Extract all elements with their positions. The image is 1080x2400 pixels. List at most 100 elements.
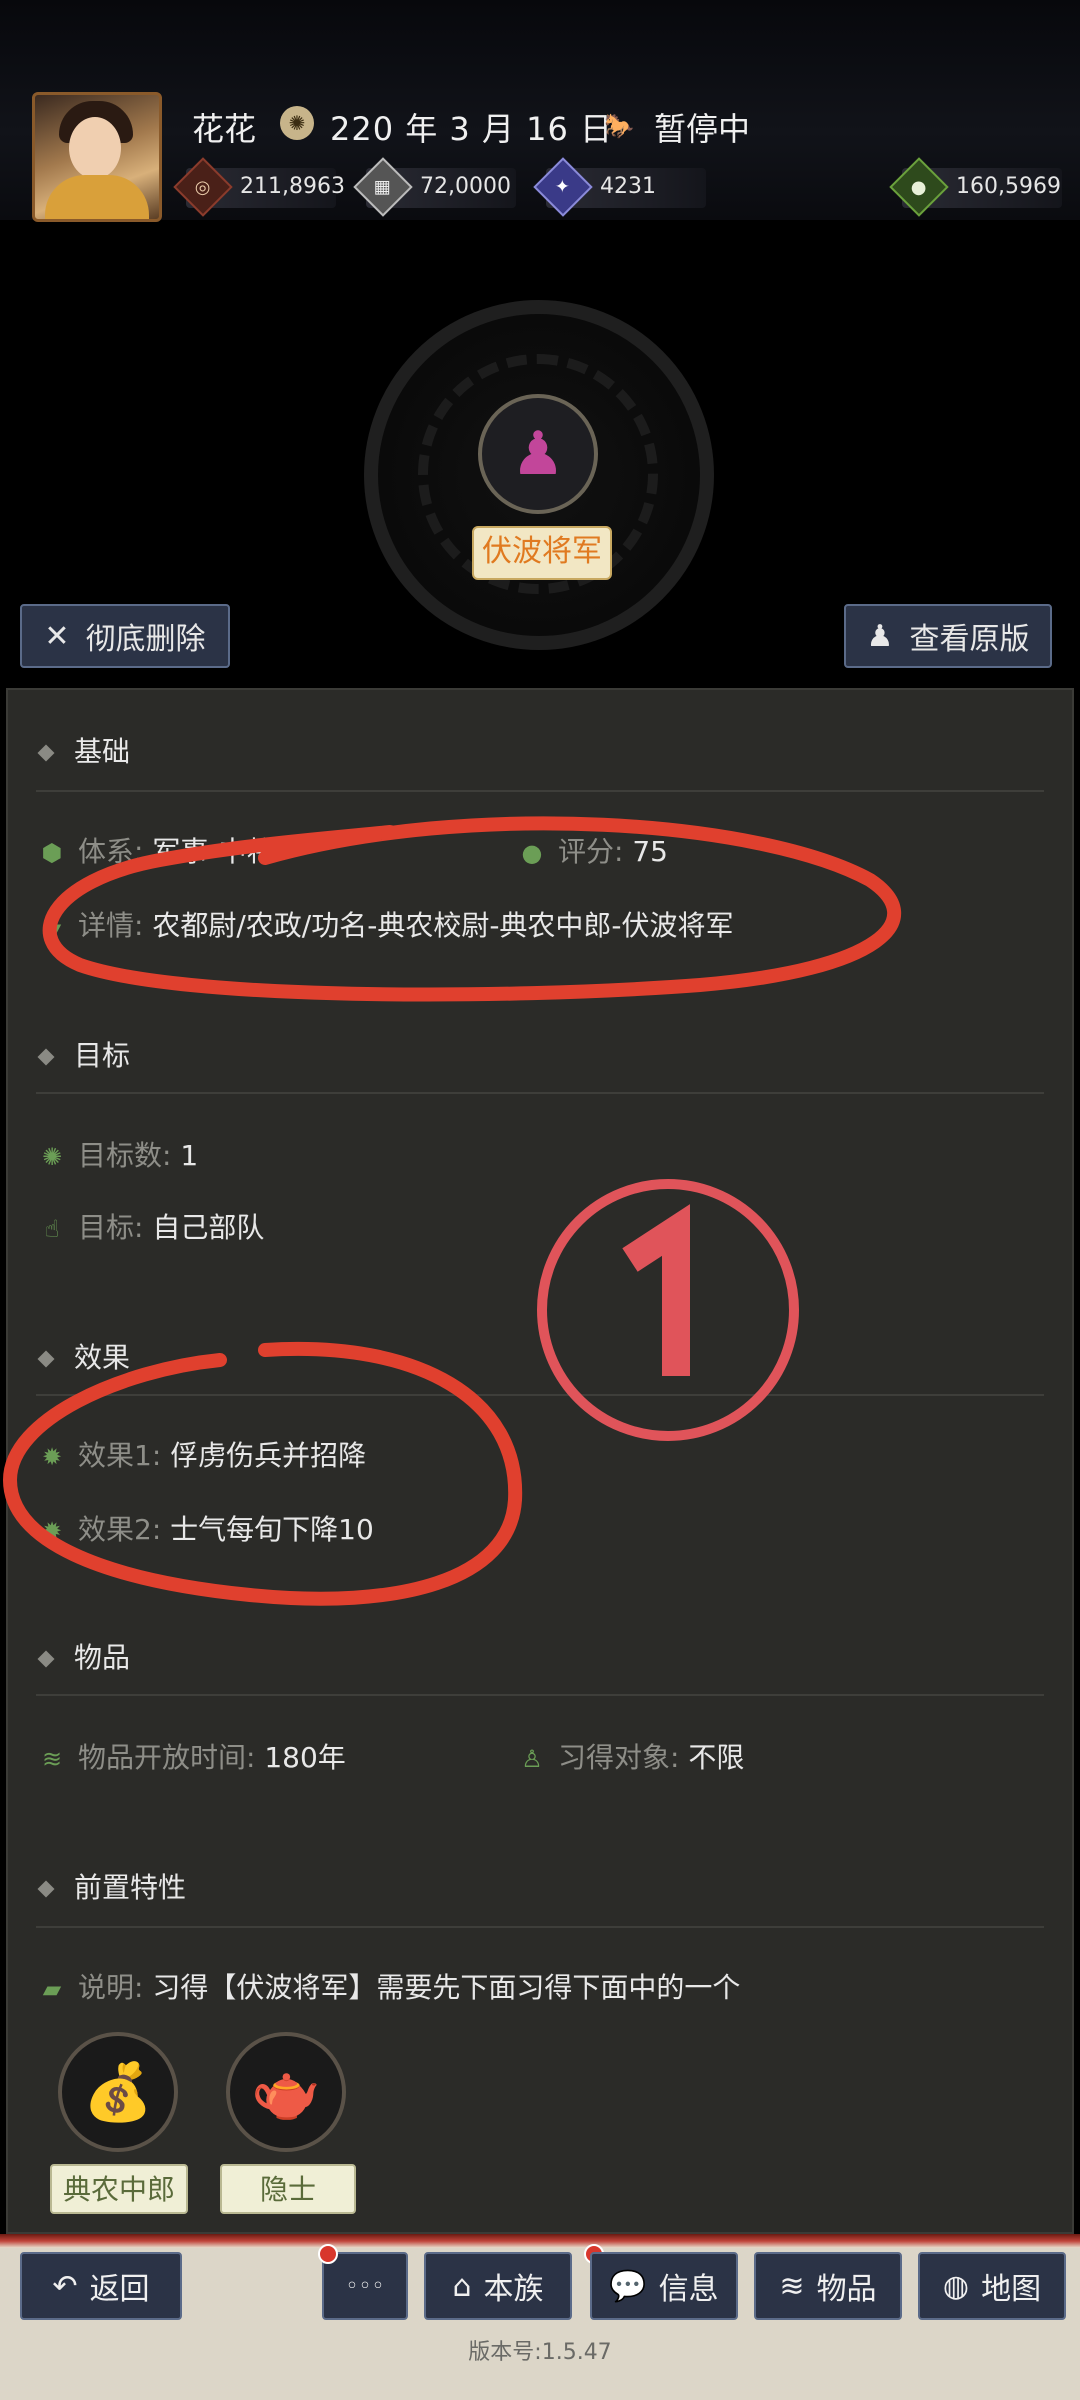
resource-money[interactable]: ● 160,5969 <box>889 157 1062 217</box>
prereq-skill-label[interactable]: 隐士 <box>220 2164 356 2214</box>
close-icon: ✕ <box>44 618 70 654</box>
note-label: 说明: <box>78 1971 144 2004</box>
detail-value: 农都尉/农政/功名-典农校尉-典农中郎-伏波将军 <box>152 909 734 942</box>
annotation-mark-text: ① <box>0 0 1 1</box>
detail-label: 详情: <box>78 909 144 942</box>
prereq-note-row: ▰ 说明: 习得【伏波将军】需要先下面习得下面中的一个 <box>36 1966 741 2006</box>
item-open-time-row: ≋ 物品开放时间: 180年 <box>36 1736 346 1776</box>
delete-button[interactable]: ✕ 彻底删除 <box>20 604 230 668</box>
resource-strength[interactable]: ✦ 4231 <box>533 157 706 217</box>
player-name: 花花 <box>192 110 257 148</box>
note-value: 习得【伏波将军】需要先下面习得下面中的一个 <box>152 1971 741 2004</box>
person-icon: ♟ <box>866 618 894 654</box>
section-basic: 基础 <box>37 730 131 770</box>
resource-value: 160,5969 <box>956 174 1061 199</box>
view-original-button[interactable]: ♟ 查看原版 <box>844 604 1052 668</box>
section-prereq: 前置特性 <box>37 1866 187 1906</box>
effect-value: 士气每旬下降10 <box>170 1513 374 1546</box>
rating-row: ● 评分: 75 <box>516 830 668 870</box>
resource-coins[interactable]: ◎ 211,8963 <box>173 157 345 217</box>
items-label: 物品 <box>816 2272 877 2307</box>
gear-icon: ✹ <box>41 1517 63 1545</box>
book-icon: ▰ <box>42 913 62 941</box>
learner-value: 不限 <box>688 1741 745 1774</box>
pointer-icon: ☝ <box>44 1215 60 1243</box>
effect-label: 效果1: <box>78 1439 162 1472</box>
coins-bag-icon: 💰 <box>83 2060 153 2125</box>
scholar-icon: ♙ <box>521 1745 543 1773</box>
resource-value: 211,8963 <box>240 174 345 199</box>
rating-value: 75 <box>632 835 668 868</box>
teapot-icon: 🫖 <box>251 2060 321 2125</box>
divider <box>36 1694 1044 1696</box>
back-button[interactable]: ↶ 返回 <box>20 2252 182 2320</box>
target-row: ☝ 目标: 自己部队 <box>36 1206 265 1246</box>
view-original-label: 查看原版 <box>909 622 1030 657</box>
game-date: 220 年 3 月 16 日 <box>330 110 614 148</box>
system-row: ⬢ 体系: 军事-中将 <box>36 830 275 870</box>
effect-label: 效果2: <box>78 1513 162 1546</box>
learner-row: ♙ 习得对象: 不限 <box>516 1736 744 1776</box>
system-value: 军事-中将 <box>152 835 275 868</box>
divider <box>36 1092 1044 1094</box>
effect-row: ✹ 效果1: 俘虏伤兵并招降 <box>36 1434 366 1474</box>
back-arrow-icon: ↶ <box>52 2268 78 2304</box>
section-heading: 基础 <box>74 735 131 768</box>
season-seal-icon: ✺ <box>280 106 314 140</box>
target-value: 自己部队 <box>152 1211 265 1244</box>
rating-label: 评分: <box>558 835 624 868</box>
divider <box>36 1926 1044 1928</box>
book-icon: ▰ <box>42 1975 62 2003</box>
info-label: 信息 <box>658 2272 719 2307</box>
effect-value: 俘虏伤兵并招降 <box>170 1439 367 1472</box>
target-icon: ✺ <box>41 1143 63 1171</box>
trait-title: 伏波将军 <box>472 526 612 580</box>
drop-icon: ● <box>521 839 543 867</box>
version-label: 版本号:1.5.47 <box>468 2340 612 2365</box>
prereq-skill-hermit[interactable]: 🫖 <box>226 2032 346 2152</box>
items-button[interactable]: ≋ 物品 <box>754 2252 902 2320</box>
house-icon: ⌂ <box>452 2268 472 2304</box>
scroll-icon: ≋ <box>41 1745 63 1773</box>
resource-value: 72,0000 <box>420 174 511 199</box>
open-time-value: 180年 <box>264 1741 346 1774</box>
section-item: 物品 <box>37 1636 131 1676</box>
effect-row: ✹ 效果2: 士气每旬下降10 <box>36 1508 374 1548</box>
delete-button-label: 彻底删除 <box>85 622 206 657</box>
horse-icon: 🐎 <box>604 112 634 140</box>
back-label: 返回 <box>89 2272 150 2307</box>
gear-icon: ✹ <box>41 1443 63 1471</box>
target-label: 目标: <box>78 1211 144 1244</box>
clan-label: 本族 <box>483 2272 544 2307</box>
target-count-label: 目标数: <box>78 1139 172 1172</box>
target-count-row: ✺ 目标数: 1 <box>36 1134 198 1174</box>
section-heading: 物品 <box>74 1641 131 1674</box>
prereq-skill-dianong[interactable]: 💰 <box>58 2032 178 2152</box>
player-avatar[interactable] <box>32 92 162 222</box>
learner-label: 习得对象: <box>558 1741 680 1774</box>
divider <box>36 790 1044 792</box>
prereq-skill-label[interactable]: 典农中郎 <box>50 2164 188 2214</box>
detail-row: ▰ 详情: 农都尉/农政/功名-典农校尉-典农中郎-伏波将军 <box>36 904 734 944</box>
person-icon: ♟ <box>511 419 565 489</box>
info-button[interactable]: 💬 信息 <box>590 2252 738 2320</box>
clan-button[interactable]: ⌂ 本族 <box>424 2252 572 2320</box>
more-label: ◦◦◦ <box>345 2273 385 2299</box>
open-time-label: 物品开放时间: <box>78 1741 256 1774</box>
globe-icon: ◍ <box>942 2268 970 2304</box>
resource-stone[interactable]: ▦ 72,0000 <box>353 157 516 217</box>
map-button[interactable]: ◍ 地图 <box>918 2252 1066 2320</box>
section-effect: 效果 <box>37 1336 131 1376</box>
resource-value: 4231 <box>600 174 656 199</box>
trait-portrait: ♟ <box>478 394 598 514</box>
game-status[interactable]: 暂停中 <box>654 104 750 150</box>
system-label: 体系: <box>78 835 144 868</box>
section-heading: 效果 <box>74 1341 131 1374</box>
divider <box>36 1394 1044 1396</box>
more-button[interactable]: ◦◦◦ <box>322 2252 408 2320</box>
section-target: 目标 <box>37 1034 130 1074</box>
chat-icon: 💬 <box>609 2268 647 2304</box>
target-count-value: 1 <box>180 1139 199 1172</box>
section-heading: 前置特性 <box>74 1871 187 1904</box>
map-label: 地图 <box>981 2272 1042 2307</box>
